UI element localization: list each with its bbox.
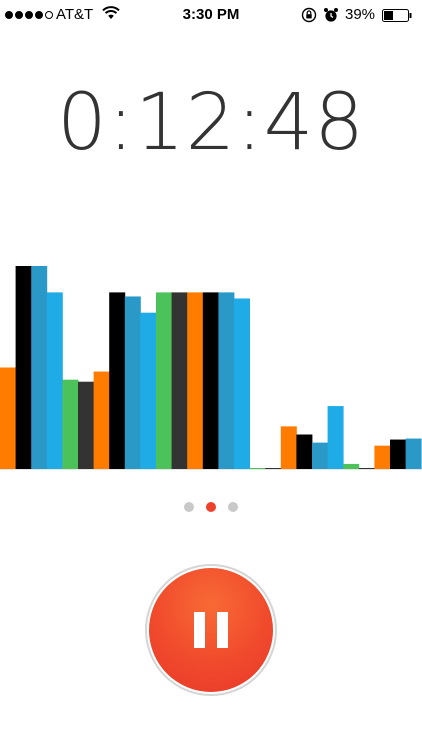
page-dot[interactable]: [184, 502, 194, 512]
audio-level-bars: [0, 266, 422, 470]
pause-icon: [149, 568, 273, 692]
page-dot[interactable]: [228, 502, 238, 512]
page-indicator[interactable]: [0, 502, 422, 512]
waveform-baseline: [0, 469, 422, 470]
audio-level-bar: [46, 292, 63, 469]
pause-bar-left: [194, 612, 205, 648]
audio-level-bar: [62, 379, 79, 469]
page-dot[interactable]: [206, 502, 216, 512]
audio-level-bar: [234, 298, 250, 469]
audio-level-bar: [312, 442, 328, 469]
alarm-icon: [324, 8, 338, 22]
audio-level-bar: [187, 292, 204, 469]
audio-level-bar: [327, 406, 344, 469]
status-bar: AT&T 3:30 PM 39%: [0, 0, 422, 30]
rotation-lock-icon: [301, 7, 317, 23]
audio-level-bar: [140, 312, 157, 469]
audio-level-bar: [93, 371, 110, 469]
audio-level-bar: [124, 296, 141, 469]
audio-level-bar: [156, 292, 172, 469]
audio-level-bar: [218, 292, 235, 469]
audio-level-bar: [374, 445, 391, 470]
pause-button[interactable]: [145, 564, 277, 696]
audio-level-bar: [405, 438, 422, 469]
audio-level-bar: [202, 292, 219, 469]
pause-bar-right: [217, 612, 228, 648]
audio-level-bar: [390, 439, 406, 469]
audio-level-bar: [78, 381, 94, 469]
audio-level-bar: [171, 292, 188, 469]
recorder-screen: AT&T 3:30 PM 39% 0:12:48: [0, 0, 422, 750]
battery-icon: [382, 9, 412, 22]
elapsed-timer: 0:12:48: [57, 78, 365, 168]
audio-level-bar: [31, 266, 48, 469]
audio-level-bar: [296, 434, 313, 469]
audio-level-bar: [0, 367, 16, 469]
battery-percent: 39%: [345, 6, 376, 23]
audio-level-bar: [280, 426, 297, 469]
audio-level-bar: [15, 266, 32, 469]
audio-level-bar: [109, 292, 126, 469]
